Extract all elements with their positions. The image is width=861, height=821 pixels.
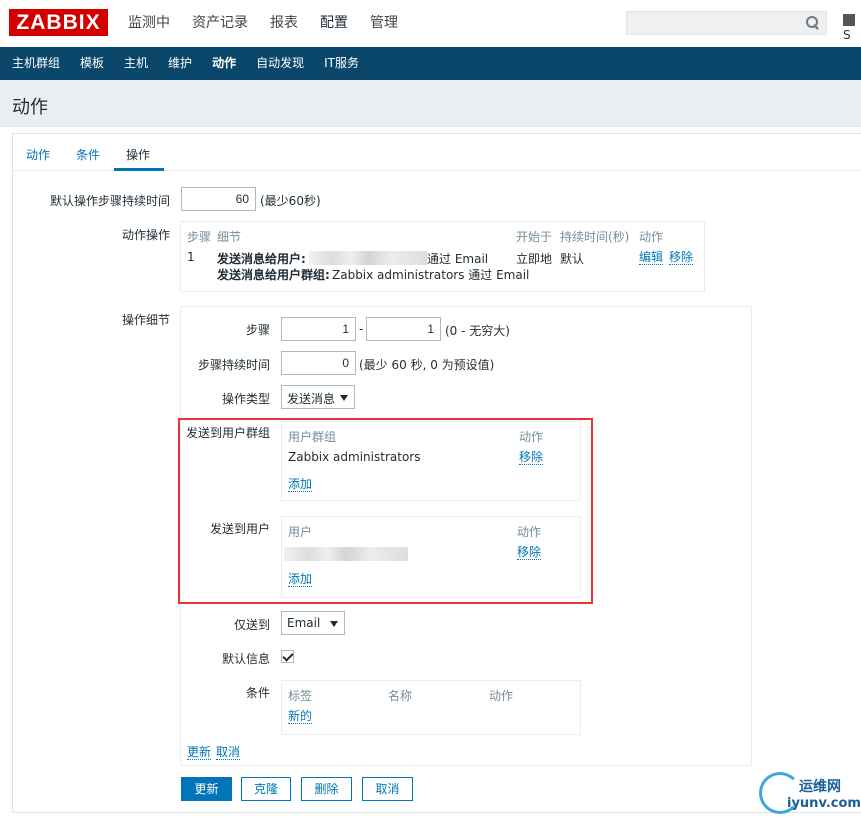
col-action: 动作 <box>639 230 664 244</box>
tab-conditions[interactable]: 条件 <box>76 146 100 163</box>
watermark-logo: 运维网 iyunv.com <box>757 770 861 821</box>
update-button[interactable]: 更新 <box>181 777 232 801</box>
col-cond-action: 动作 <box>489 689 514 703</box>
subnav-templates[interactable]: 模板 <box>70 47 114 80</box>
page-header: 动作 <box>0 80 861 127</box>
share-link[interactable]: S <box>843 14 861 42</box>
col-details: 细节 <box>217 230 242 244</box>
menu-configuration[interactable]: 配置 <box>309 0 359 47</box>
step-separator: - <box>359 322 364 336</box>
op-type-select[interactable]: 发送消息 <box>281 385 355 409</box>
tab-operations[interactable]: 操作 <box>126 146 150 163</box>
highlight-box <box>178 418 593 604</box>
default-msg-label: 默认信息 <box>221 652 270 666</box>
watermark-bottom-text: iyunv.com <box>787 796 861 811</box>
watermark-top-text: 运维网 <box>799 779 841 795</box>
col-step: 步骤 <box>187 230 212 244</box>
col-label: 标签 <box>288 689 313 703</box>
op-type-value: 发送消息 <box>287 392 336 406</box>
top-bar: ZABBIX 监测中 资产记录 报表 配置 管理 S <box>0 0 861 47</box>
menu-inventory[interactable]: 资产记录 <box>181 0 259 47</box>
update-operation-link[interactable]: 更新 <box>187 745 212 760</box>
menu-reports[interactable]: 报表 <box>259 0 309 47</box>
edit-operation-link[interactable]: 编辑 <box>639 250 664 265</box>
menu-monitoring[interactable]: 监测中 <box>117 0 181 47</box>
tab-action[interactable]: 动作 <box>26 146 50 163</box>
cancel-operation-link[interactable]: 取消 <box>216 745 241 760</box>
subnav-hosts[interactable]: 主机 <box>114 47 158 80</box>
op-step: 1 <box>187 250 195 264</box>
step-from-input[interactable] <box>281 317 356 341</box>
tab-bar: 动作 条件 操作 <box>13 134 861 171</box>
step-to-input[interactable] <box>366 317 441 341</box>
share-label: S <box>843 28 851 42</box>
default-duration-hint: (最少60秒) <box>260 194 321 208</box>
op-detail-user-prefix: 发送消息给用户: <box>217 252 306 266</box>
search-input[interactable] <box>626 11 827 35</box>
zabbix-logo[interactable]: ZABBIX <box>9 9 108 36</box>
chevron-down-icon <box>330 621 338 627</box>
op-detail-user-suffix: 通过 Email <box>427 252 489 266</box>
details-label: 操作细节 <box>121 313 170 327</box>
subnav-actions[interactable]: 动作 <box>202 47 246 80</box>
default-msg-checkbox[interactable] <box>281 650 294 663</box>
conditions-table: 标签 名称 动作 新的 <box>281 680 581 735</box>
col-name: 名称 <box>388 689 413 703</box>
form-container: 动作 条件 操作 默认操作步骤持续时间 (最少60秒) 动作操作 步骤 细节 开… <box>12 133 861 813</box>
operations-label: 动作操作 <box>121 228 170 242</box>
menu-administration[interactable]: 管理 <box>359 0 409 47</box>
step-hint: (0 - 无穷大) <box>445 324 510 338</box>
default-duration-input[interactable] <box>181 187 256 211</box>
op-duration: 默认 <box>560 252 585 266</box>
op-start: 立即地 <box>516 252 553 266</box>
remove-operation-link[interactable]: 移除 <box>669 250 694 265</box>
cancel-button[interactable]: 取消 <box>362 777 413 801</box>
main-menu: 监测中 资产记录 报表 配置 管理 <box>117 0 409 47</box>
conditions-label: 条件 <box>245 686 270 700</box>
subnav-it-services[interactable]: IT服务 <box>314 47 369 80</box>
col-duration: 持续时间(秒) <box>560 230 630 244</box>
step-duration-input[interactable] <box>281 351 356 375</box>
active-tab-indicator <box>114 168 164 171</box>
new-condition-link[interactable]: 新的 <box>288 709 313 724</box>
clone-button[interactable]: 克隆 <box>241 777 291 801</box>
delete-button[interactable]: 删除 <box>301 777 352 801</box>
sub-navigation: 主机群组 模板 主机 维护 动作 自动发现 IT服务 <box>0 47 861 80</box>
op-detail-group-prefix: 发送消息给用户群组: <box>217 268 330 282</box>
op-type-label: 操作类型 <box>221 392 270 406</box>
chevron-down-icon <box>340 395 348 401</box>
step-duration-hint: (最少 60 秒, 0 为预设值) <box>359 358 495 372</box>
subnav-discovery[interactable]: 自动发现 <box>246 47 314 80</box>
col-start: 开始于 <box>516 230 553 244</box>
search-icon[interactable] <box>806 16 819 29</box>
default-duration-label: 默认操作步骤持续时间 <box>49 194 170 208</box>
subnav-maintenance[interactable]: 维护 <box>158 47 202 80</box>
subnav-host-groups[interactable]: 主机群组 <box>2 47 70 80</box>
share-icon <box>843 14 855 26</box>
only-send-select[interactable]: Email <box>281 611 345 635</box>
redacted-username <box>309 251 427 265</box>
operations-table: 步骤 细节 开始于 持续时间(秒) 动作 1 发送消息给用户: 通过 Email… <box>180 221 705 292</box>
only-send-value: Email <box>287 616 321 630</box>
op-detail-group-suffix: Zabbix administrators 通过 Email <box>332 268 530 282</box>
page-title: 动作 <box>12 97 48 118</box>
only-send-label: 仅送到 <box>233 618 270 632</box>
step-duration-label: 步骤持续时间 <box>197 358 270 372</box>
step-label: 步骤 <box>245 323 270 337</box>
